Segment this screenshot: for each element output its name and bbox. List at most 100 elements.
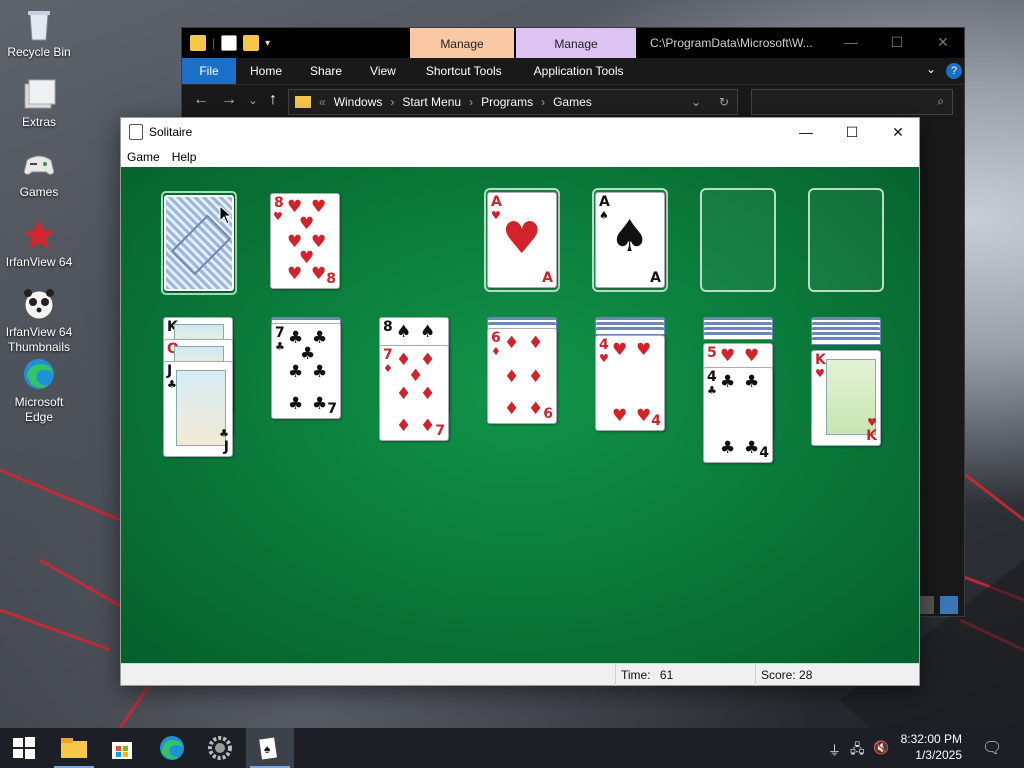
breadcrumb-windows[interactable]: Windows [334, 95, 383, 109]
manage-tab-application[interactable]: Manage [516, 28, 636, 58]
face-down-card [811, 337, 881, 345]
desktop-icon-edge[interactable]: Microsoft Edge [2, 356, 76, 425]
solitaire-title-bar[interactable]: Solitaire — ☐ ✕ [121, 118, 919, 146]
explorer-title-bar[interactable]: | ▾ Manage Manage C:\ProgramData\Microso… [182, 28, 964, 58]
foundation-slot-4[interactable] [808, 188, 884, 292]
folder-icon[interactable] [190, 35, 206, 51]
taskbar-edge[interactable] [148, 728, 196, 768]
diamond-icon: ♦ [420, 384, 436, 404]
ribbon-tab-shortcut-tools[interactable]: Shortcut Tools [410, 58, 518, 84]
minimize-button[interactable]: — [828, 28, 874, 58]
file-explorer-icon [61, 738, 87, 758]
heart-icon: ♥ [744, 346, 760, 366]
edge-icon [21, 356, 57, 392]
spade-icon: ♠ [599, 209, 609, 222]
usb-device-icon[interactable]: ⏚ [828, 740, 841, 759]
tableau-card-seven-clubs[interactable]: 7 ♣ ♣ ♣ ♣ ♣ ♣ ♣ ♣ 7 [271, 323, 341, 419]
clock-date: 1/3/2025 [915, 748, 962, 762]
heart-icon: ♥ [636, 406, 652, 426]
notification-icon[interactable]: 🗨 [982, 738, 1002, 758]
taskbar-file-explorer[interactable] [50, 728, 98, 768]
recent-locations-icon[interactable]: ⌄ [242, 94, 264, 107]
heart-icon: ♥ [720, 346, 736, 366]
menu-help[interactable]: Help [166, 150, 203, 164]
desktop-icon-irfanview[interactable]: IrfanView 64 [2, 216, 76, 270]
tableau-card-four-clubs[interactable]: 4 ♣ ♣ ♣ ♣ ♣ 4 [703, 367, 773, 463]
foundation-card-hearts[interactable]: A ♥ ♥ A [487, 192, 557, 288]
chevron-right-icon: › [469, 95, 474, 109]
help-icon[interactable]: ? [946, 63, 962, 79]
diamond-icon: ♦ [504, 399, 520, 419]
manage-tab-shortcut[interactable]: Manage [410, 28, 514, 58]
ribbon-tab-file[interactable]: File [182, 58, 236, 84]
solitaire-window[interactable]: Solitaire — ☐ ✕ Game Help 8 ♥ ♥ ♥ ♥ ♥ ♥ … [120, 117, 920, 686]
waste-card[interactable]: 8 ♥ ♥ ♥ ♥ ♥ ♥ ♥ ♥ ♥ 8 [270, 193, 340, 289]
card-rank-bottom: 7 [327, 401, 337, 417]
maximize-button[interactable]: ☐ [829, 118, 875, 146]
tableau-card-four-hearts[interactable]: 4 ♥ ♥ ♥ ♥ ♥ 4 [595, 335, 665, 431]
close-button[interactable]: ✕ [875, 118, 921, 146]
taskbar-solitaire[interactable]: ♠ [246, 728, 294, 768]
tableau-card-seven-diamonds[interactable]: 7 ♦ ♦ ♦ ♦ ♦ ♦ ♦ ♦ 7 [379, 345, 449, 441]
tableau-card-six-diamonds[interactable]: 6 ♦ ♦ ♦ ♦ ♦ ♦ ♦ 6 [487, 328, 557, 424]
desktop-icon-recycle-bin[interactable]: Recycle Bin [2, 6, 76, 60]
foundation-card-spades[interactable]: A ♠ ♠ A [595, 192, 665, 288]
menu-bar: Game Help [121, 146, 919, 167]
ribbon-tab-share[interactable]: Share [296, 58, 356, 84]
time-label: Time: [621, 668, 651, 682]
breadcrumb-overflow-icon[interactable]: « [319, 95, 326, 109]
chevron-down-icon[interactable]: ⌄ [691, 95, 701, 109]
clock[interactable]: 8:32:00 PM 1/3/2025 [901, 731, 962, 763]
desktop-icon-label: Extras [21, 115, 56, 129]
up-arrow-icon[interactable]: ↑ [262, 91, 284, 109]
taskbar-settings[interactable] [196, 728, 244, 768]
refresh-icon[interactable]: ↻ [719, 95, 729, 109]
tableau-card-jack-clubs[interactable]: J ♣ ♣ J [163, 361, 233, 457]
taskbar-store[interactable] [98, 728, 146, 768]
heart-icon: ♥ [273, 210, 283, 223]
diamond-icon: ♦ [420, 416, 436, 436]
tableau-card-king-hearts[interactable]: K ♥ ♥ K [811, 350, 881, 446]
card-rank-bottom: 4 [651, 413, 661, 429]
menu-game[interactable]: Game [121, 150, 166, 164]
minimize-button[interactable]: — [783, 118, 829, 146]
close-button[interactable]: ✕ [920, 28, 966, 58]
maximize-button[interactable]: ☐ [874, 28, 920, 58]
chevron-right-icon: › [390, 95, 395, 109]
breadcrumb-games[interactable]: Games [553, 95, 592, 109]
new-folder-icon[interactable] [243, 35, 260, 51]
status-time: Time: 61 [615, 664, 755, 686]
ribbon-collapse-icon[interactable]: ⌄ [926, 62, 936, 76]
ribbon-tab-home[interactable]: Home [236, 58, 296, 84]
svg-text:♠: ♠ [264, 742, 271, 756]
foundation-slot-3[interactable] [700, 188, 776, 292]
desktop-icon-irfanview-thumbnails[interactable]: IrfanView 64 Thumbnails [2, 286, 76, 355]
status-bar: Time: 61 Score: 28 [121, 663, 919, 686]
volume-muted-icon[interactable]: 🔇 [873, 740, 889, 756]
desktop-icon-games[interactable]: Games [2, 146, 76, 200]
club-icon: ♣ [707, 384, 717, 397]
large-icons-view-icon[interactable] [940, 596, 958, 614]
search-input[interactable]: ⌕ [751, 89, 953, 115]
ribbon-tab-application-tools[interactable]: Application Tools [518, 58, 640, 84]
spade-icon: ♠ [396, 322, 412, 342]
network-icon[interactable]: 🖧 [850, 740, 865, 762]
forward-arrow-icon[interactable]: → [218, 91, 240, 109]
club-icon: ♣ [744, 372, 760, 392]
quick-access-toolbar: | ▾ [190, 35, 270, 51]
heart-icon: ♥ [502, 213, 542, 264]
breadcrumb-programs[interactable]: Programs [481, 95, 533, 109]
breadcrumb-start-menu[interactable]: Start Menu [402, 95, 461, 109]
clock-time: 8:32:00 PM [900, 732, 962, 746]
club-icon: ♣ [312, 394, 328, 414]
properties-icon[interactable] [221, 35, 238, 51]
score-value: Score: 28 [761, 668, 813, 682]
start-button[interactable] [0, 728, 48, 768]
back-arrow-icon[interactable]: ← [190, 91, 212, 109]
customize-toolbar-icon[interactable]: ▾ [265, 38, 270, 49]
desktop-icon-label: Games [19, 185, 59, 199]
heart-icon: ♥ [612, 340, 628, 360]
desktop-icon-extras[interactable]: Extras [2, 76, 76, 130]
ribbon-tab-view[interactable]: View [356, 58, 410, 84]
address-bar[interactable]: « Windows › Start Menu › Programs › Game… [288, 89, 738, 115]
